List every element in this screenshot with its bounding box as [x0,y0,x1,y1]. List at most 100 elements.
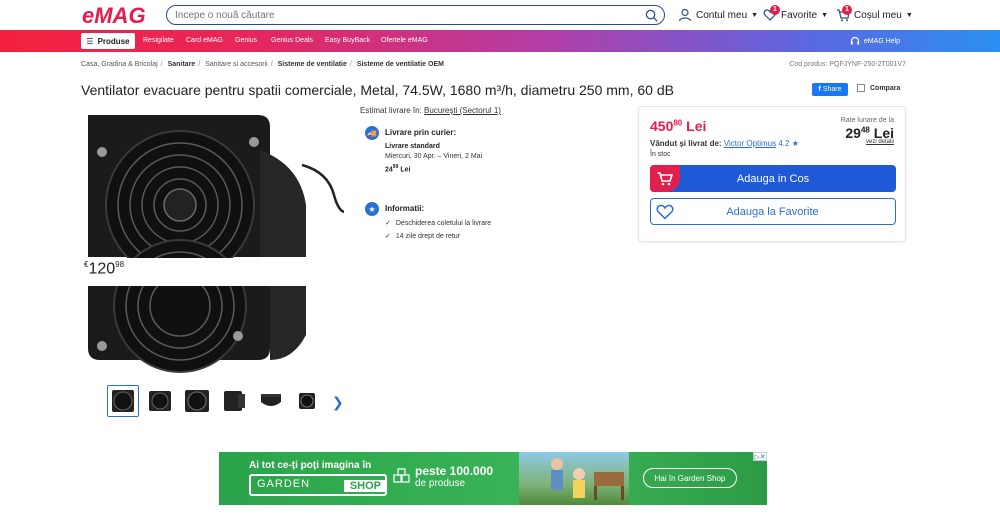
standard-title: Livrare standard [385,143,440,150]
courier-section: 🚚 Livrare prin curier: Livrare standard … [365,126,482,175]
garden-photo [519,452,629,505]
add-to-favorites-button[interactable]: Adauga la Favorite [650,198,896,225]
seller-rating: 4.2 [778,139,790,148]
cart-count-badge: 1 [842,5,852,15]
chevron-down-icon: ▼ [821,11,829,19]
info-section: ★ Informatii: ✓ Deschiderea coletului la … [365,202,491,243]
thumbnail[interactable] [144,385,176,417]
product-title: Ventilator evacuare pentru spatii comerc… [81,82,674,98]
overlay-price: €12098 [84,260,124,278]
products-label: de produse [415,478,466,489]
emag-logo[interactable]: eMAG [82,3,156,28]
cart-label: Coșul meu [854,9,902,21]
add-to-favorites-label: Adauga la Favorite [726,205,819,218]
estimate-location-link[interactable]: București (Sectorul 1) [424,106,501,115]
product-code: Cod produs: PQFJYNF-250-2T001V7 [789,61,906,68]
compare-checkbox[interactable] [857,84,865,92]
produse-label: Produse [97,36,130,46]
nav-link-card-emag[interactable]: Card eMAG [186,37,223,44]
thumbnail[interactable] [181,385,213,417]
standard-price-int: 24 [385,166,393,174]
stock-status: În stoc [650,151,671,158]
favorites-count-badge: 1 [770,5,780,15]
ad-close-icon[interactable]: ▷✕ [753,452,767,461]
breadcrumb-item[interactable]: Sisteme de ventilatie OEM [357,61,444,68]
rate-dec: 48 [860,125,870,135]
thumbnail[interactable] [107,385,139,417]
breadcrumb-item[interactable]: Sanitare [168,61,196,68]
delivery-panel: Estimat livrare în: București (Sectorul … [360,106,610,240]
breadcrumb-item[interactable]: Casa, Gradina & Bricolaj [81,61,158,68]
buy-box: 45080 Lei Rate lunare de la 2948 Lei vez… [638,106,906,242]
cart-icon [650,165,680,192]
nav-link-genius[interactable]: Genius [235,37,257,44]
svg-text:eMAG: eMAG [82,4,146,26]
help-label: eMAG Help [863,37,900,45]
garden-shop-logo: GARDEN SHOP [249,474,387,496]
chevron-down-icon: ▼ [751,11,759,19]
rate-int: 29 [845,125,861,141]
overlay-price-dec: 98 [115,260,125,269]
user-icon [678,8,692,22]
top-header: eMAG Contul meu ▼ Favorite ▼ 1 Coșul meu… [0,0,1000,30]
compare-toggle[interactable]: Compara [857,84,900,92]
facebook-icon: f [818,86,821,93]
headset-icon [850,36,860,45]
menu-icon: ☰ [86,36,94,46]
garden-shop-banner[interactable]: Ai tot ce-ți poți imagina în GARDEN SHOP… [219,452,767,505]
garden-shop-cta-button[interactable]: Hai în Garden Shop [643,468,737,488]
overlay-price-int: 120 [88,260,116,278]
price-dec: 80 [673,118,683,128]
breadcrumb-item[interactable]: Sisteme de ventilatie [278,61,347,68]
check-icon: ✓ [385,233,391,240]
main-nav: ☰ Produse Resigilate Card eMAG Genius Ge… [0,30,1000,52]
price-currency: Lei [686,118,707,134]
seller-label: Vândut și livrat de: [650,139,722,148]
heart-icon [656,204,674,220]
breadcrumb: Casa, Gradina & Bricolaj / Sanitare / Sani… [81,61,444,68]
boxes-icon [393,468,410,483]
info-item: ✓ Deschiderea coletului la livrare [385,217,491,230]
banner-products: peste 100.000 de produse [393,465,493,489]
nav-link-resigilate[interactable]: Resigilate [143,37,174,44]
info-item: ✓ 14 zile drept de retur [385,230,491,243]
garden-text: GARDEN [257,478,311,490]
standard-dates: Miercuri, 30 Apr. – Vineri, 2 Mai [385,153,483,160]
favorites-label: Favorite [781,9,818,21]
installment-label: Rate lunare de la [840,117,894,124]
installment-details-link[interactable]: vezi detalii [866,139,894,145]
delivery-estimate: Estimat livrare în: București (Sectorul … [360,106,610,115]
thumbnail-strip [107,385,324,417]
estimate-label: Estimat livrare în: [360,106,422,115]
product-image[interactable] [88,110,345,380]
breadcrumb-item[interactable]: Sanitare si accesorii [205,61,268,68]
standard-price-cur: Lei [400,166,411,174]
fan-image [88,115,345,373]
thumbnail[interactable] [218,385,250,417]
price-overlay: €12098 [80,258,320,286]
search-icon[interactable] [645,9,658,22]
truck-icon: 🚚 [365,126,379,140]
check-icon: ✓ [385,220,391,227]
help-link[interactable]: eMAG Help [850,36,900,46]
account-menu[interactable]: Contul meu ▼ [678,8,758,22]
account-label: Contul meu [696,9,748,21]
seller-name-link[interactable]: Victor Optimus [724,139,776,148]
search-input[interactable] [175,8,635,23]
courier-title: Livrare prin curier: [385,128,457,137]
thumbnail[interactable] [292,385,324,417]
add-to-cart-label: Adauga in Cos [736,172,810,185]
facebook-share-button[interactable]: f Share [812,83,848,96]
seller-info: Vândut și livrat de: Victor Optimus 4.2 … [650,139,799,148]
chevron-right-icon[interactable]: ❯ [332,394,344,411]
star-icon: ★ [791,139,799,148]
nav-link-easy-buyback[interactable]: Easy BuyBack [325,37,370,44]
nav-link-ofertele-emag[interactable]: Ofertele eMAG [381,37,428,44]
info-star-icon: ★ [365,202,379,216]
banner-headline: Ai tot ce-ți poți imagina în [249,460,372,471]
nav-link-genius-deals[interactable]: Genius Deals [271,37,313,44]
share-label: Share [822,86,842,93]
thumbnail[interactable] [255,385,287,417]
add-to-cart-button[interactable]: Adauga in Cos [650,165,896,192]
produse-menu-button[interactable]: ☰ Produse [81,33,135,49]
